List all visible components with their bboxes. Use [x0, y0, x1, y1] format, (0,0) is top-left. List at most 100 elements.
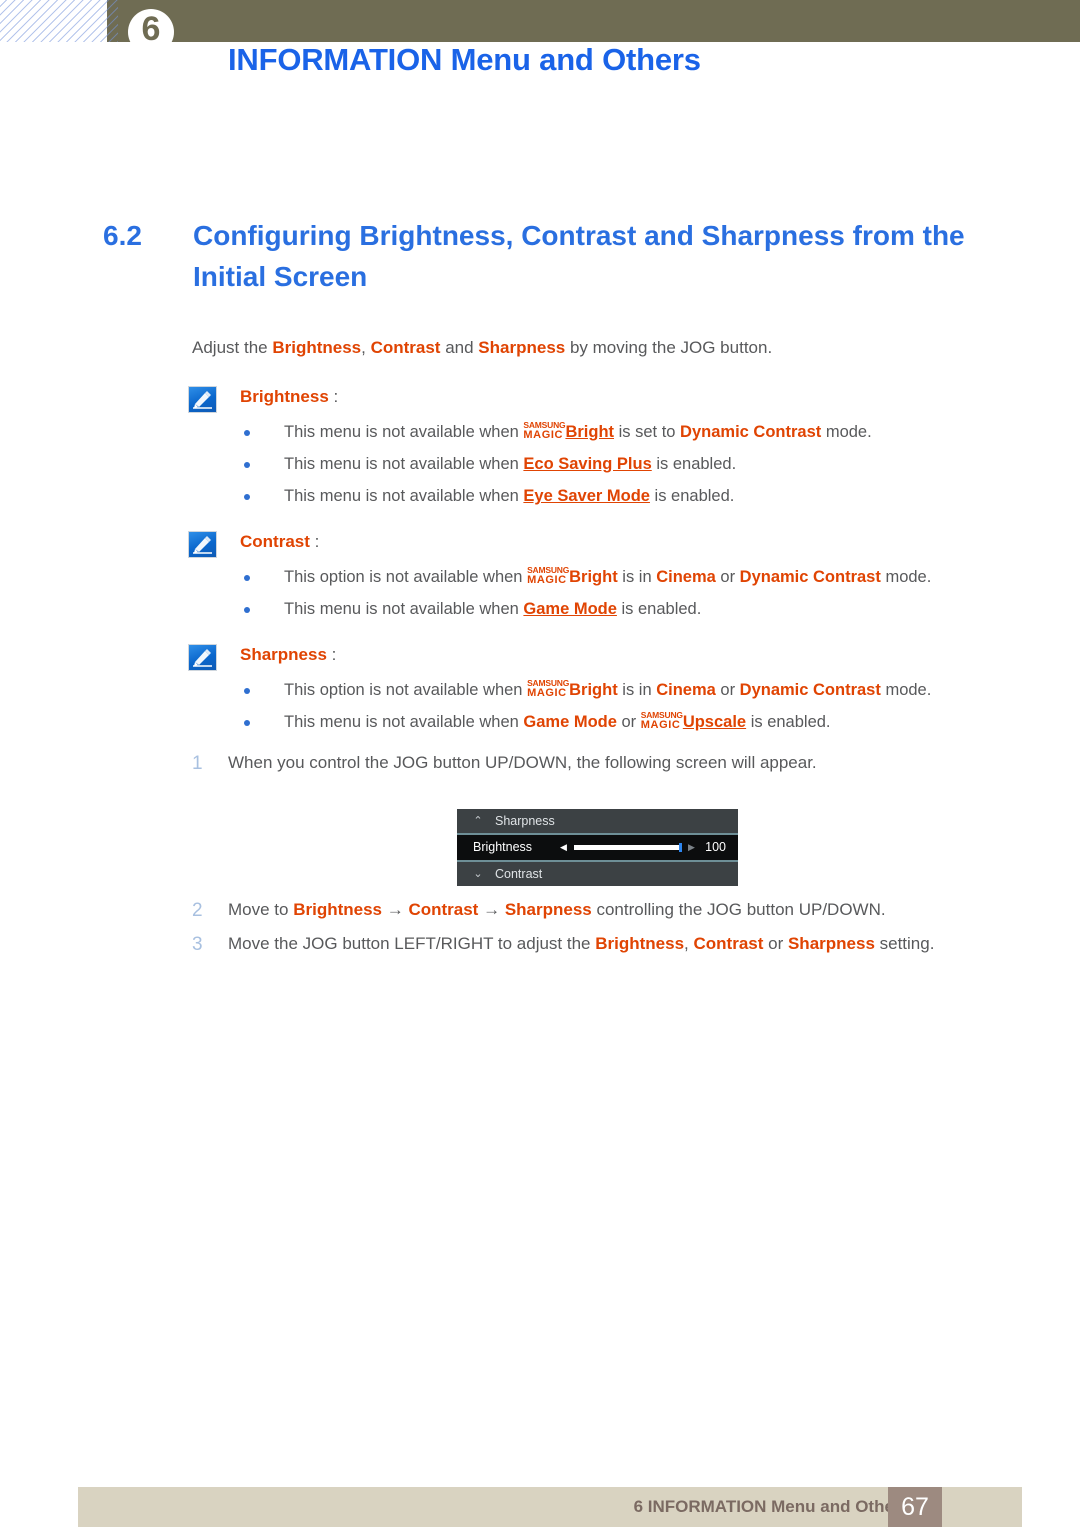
- note-title-colon: :: [331, 645, 337, 664]
- keyword-game-mode: Game Mode: [523, 713, 617, 731]
- arrow-left-icon[interactable]: ◀: [560, 835, 567, 860]
- osd-label-brightness: Brightness: [473, 840, 533, 854]
- note-bullet-list: This option is not available when SAMSUN…: [188, 674, 1048, 738]
- step-2: 2 Move to Brightness → Contrast → Sharpn…: [192, 900, 1052, 921]
- intro-mid: and: [440, 338, 479, 357]
- note-pen-icon: [188, 386, 217, 413]
- osd-row-brightness[interactable]: Brightness ◀ ▶ 100: [457, 833, 738, 862]
- bullet-text: This menu is not available when: [284, 455, 524, 473]
- magic-bottom: MAGIC: [527, 687, 567, 699]
- step-3: 3 Move the JOG button LEFT/RIGHT to adju…: [192, 934, 1052, 955]
- bullet-text: This menu is not available when: [284, 713, 524, 731]
- osd-label-sharpness: Sharpness: [495, 814, 555, 828]
- bullet-text: is in: [617, 568, 657, 586]
- samsung-magic-prefix-icon: SAMSUNG MAGIC: [527, 566, 569, 586]
- keyword-contrast: Contrast: [693, 934, 764, 953]
- bullet-text: This menu is not available when: [284, 423, 524, 441]
- slider-knob[interactable]: [679, 843, 682, 852]
- footer-chapter-label: 6 INFORMATION Menu and Others: [633, 1497, 910, 1516]
- keyword-sharpness: Sharpness: [787, 934, 875, 953]
- bullet-text: is in: [617, 681, 657, 699]
- note-title-colon: :: [333, 387, 339, 406]
- section-heading: 6.2 Configuring Brightness, Contrast and…: [103, 215, 1003, 297]
- note-block-brightness: Brightness : This menu is not available …: [188, 384, 1048, 512]
- keyword-eye-saver-mode[interactable]: Eye Saver Mode: [523, 487, 650, 505]
- note-pen-icon: [188, 531, 217, 558]
- keyword-upscale[interactable]: Upscale: [683, 713, 746, 731]
- note-bullet-list: This option is not available when SAMSUN…: [188, 561, 1048, 625]
- list-item: This option is not available when SAMSUN…: [240, 674, 1048, 706]
- bullet-text: or: [715, 568, 740, 586]
- step-1-number: 1: [192, 753, 203, 774]
- bullet-text: is enabled.: [616, 600, 702, 618]
- note-bullet-list: This menu is not available when SAMSUNG M…: [188, 416, 1048, 512]
- step-2-number: 2: [192, 900, 203, 921]
- bullet-text: is enabled.: [649, 487, 735, 505]
- list-item: This menu is not available when SAMSUNG M…: [240, 416, 1048, 448]
- chevron-down-icon: ⌄: [473, 868, 483, 880]
- arrow-right-glyph: →: [382, 900, 409, 919]
- intro-lead: Adjust the: [192, 338, 273, 357]
- bullet-text: mode.: [821, 423, 872, 441]
- bullet-text: mode.: [880, 568, 932, 586]
- keyword-brightness: Brightness: [293, 900, 382, 919]
- osd-row-sharpness[interactable]: ⌃ Sharpness: [457, 809, 738, 833]
- bullet-text: This option is not available when: [284, 568, 528, 586]
- bullet-text: This menu is not available when: [284, 600, 524, 618]
- bullet-text: or: [616, 713, 641, 731]
- keyword-brightness: Brightness: [595, 934, 685, 953]
- osd-row-contrast[interactable]: ⌄ Contrast: [457, 862, 738, 886]
- keyword-game-mode[interactable]: Game Mode: [523, 600, 617, 618]
- magic-bottom: MAGIC: [527, 574, 567, 586]
- keyword-dynamic-contrast: Dynamic Contrast: [680, 423, 822, 441]
- step-3-tail: setting.: [874, 934, 935, 953]
- step-3-sep: or: [763, 934, 788, 953]
- footer-bar: 6 INFORMATION Menu and Others: [78, 1487, 1022, 1527]
- list-item: This menu is not available when Game Mod…: [240, 593, 1048, 625]
- magic-bottom: MAGIC: [640, 719, 681, 731]
- step-3-text: Move the JOG button LEFT/RIGHT to adjust…: [228, 934, 1052, 954]
- keyword-bright[interactable]: Bright: [565, 423, 614, 441]
- samsung-magic-prefix-icon: SAMSUNG MAGIC: [527, 679, 569, 699]
- note-pen-icon: [188, 644, 217, 671]
- bullet-text: mode.: [880, 681, 932, 699]
- list-item: This menu is not available when Eco Savi…: [240, 448, 1048, 480]
- keyword-contrast: Contrast: [408, 900, 479, 919]
- section-number: 6.2: [103, 220, 142, 251]
- keyword-contrast: Contrast: [370, 338, 441, 357]
- chevron-up-icon: ⌃: [473, 815, 483, 827]
- page-title: INFORMATION Menu and Others: [228, 42, 701, 77]
- section-title: Configuring Brightness, Contrast and Sha…: [193, 220, 965, 292]
- osd-screenshot: ⌃ Sharpness Brightness ◀ ▶ 100 ⌄ Contras…: [457, 809, 738, 886]
- step-3-number: 3: [192, 934, 203, 955]
- keyword-dynamic-contrast: Dynamic Contrast: [739, 568, 881, 586]
- keyword-bright: Bright: [569, 681, 618, 699]
- note-block-contrast: Contrast : This option is not available …: [188, 529, 1048, 625]
- magic-bottom: MAGIC: [523, 429, 564, 441]
- brightness-value: 100: [705, 840, 726, 854]
- keyword-eco-saving-plus[interactable]: Eco Saving Plus: [523, 455, 651, 473]
- brightness-slider[interactable]: [574, 843, 682, 852]
- samsung-magic-prefix-icon: SAMSUNG MAGIC: [641, 711, 683, 731]
- header-bar: [107, 0, 1080, 42]
- bullet-text: is set to: [614, 423, 681, 441]
- step-3-sep: ,: [684, 934, 694, 953]
- osd-label-contrast: Contrast: [495, 867, 543, 881]
- step-1: 1 When you control the JOG button UP/DOW…: [192, 753, 1052, 774]
- keyword-cinema: Cinema: [656, 568, 716, 586]
- keyword-sharpness: Sharpness: [478, 338, 566, 357]
- step-1-text: When you control the JOG button UP/DOWN,…: [228, 753, 817, 772]
- keyword-sharpness: Sharpness: [504, 900, 592, 919]
- list-item: This menu is not available when Game Mod…: [240, 706, 1048, 738]
- list-item: This menu is not available when Eye Save…: [240, 480, 1048, 512]
- bullet-text: This option is not available when: [284, 681, 528, 699]
- intro-tail: by moving the JOG button.: [565, 338, 773, 357]
- bullet-text: This menu is not available when: [284, 487, 524, 505]
- samsung-magic-prefix-icon: SAMSUNG MAGIC: [523, 421, 565, 441]
- arrow-right-icon[interactable]: ▶: [688, 835, 695, 860]
- arrow-right-glyph: →: [478, 900, 505, 919]
- keyword-cinema: Cinema: [656, 681, 716, 699]
- step-2-text: Move to Brightness → Contrast → Sharpnes…: [228, 900, 1052, 920]
- note-title-contrast: Contrast :: [240, 529, 1048, 555]
- bullet-text: is enabled.: [746, 713, 831, 731]
